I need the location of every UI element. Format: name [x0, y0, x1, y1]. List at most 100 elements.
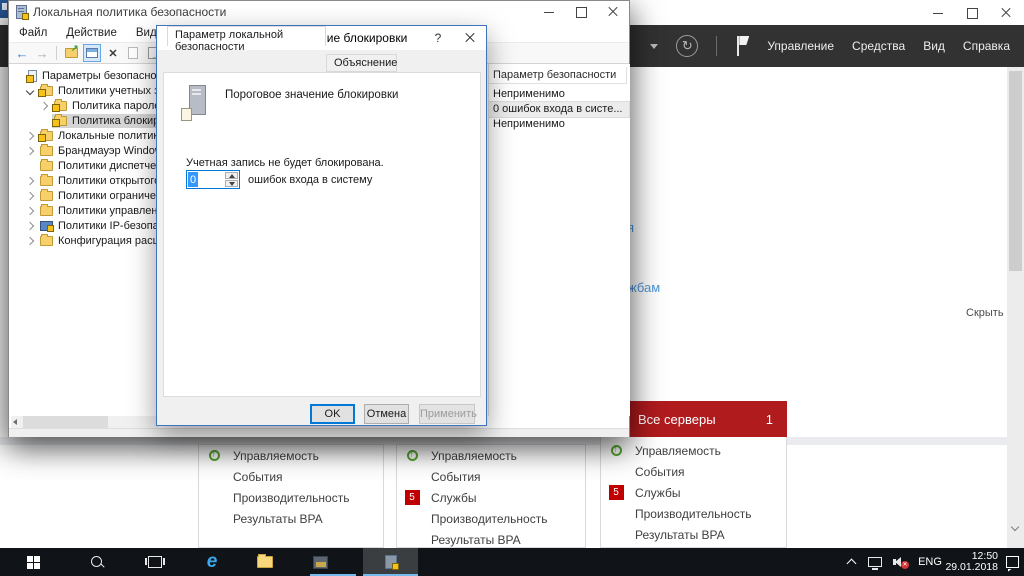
clock[interactable]: 12:50 29.01.2018 — [946, 548, 998, 576]
maximize-icon[interactable] — [565, 1, 597, 23]
maximize-icon[interactable] — [956, 0, 990, 25]
network-status[interactable] — [863, 548, 887, 576]
search-button[interactable] — [77, 548, 117, 576]
export-folder-icon[interactable] — [63, 45, 79, 61]
notifications-flag-icon[interactable] — [735, 35, 749, 57]
back-icon[interactable] — [14, 45, 30, 61]
folder-icon — [40, 191, 53, 201]
menu-manage[interactable]: Управление — [767, 39, 834, 53]
console-tree-toggle-icon[interactable] — [83, 44, 101, 62]
horizontal-scrollbar[interactable] — [11, 416, 159, 428]
dashboard-link-fragment-2[interactable]: жбам — [628, 280, 660, 295]
tile-row-performance[interactable]: Производительность — [199, 487, 383, 508]
error-count-badge: 5 — [608, 485, 624, 500]
security-policy-icon — [385, 555, 397, 569]
list-row[interactable]: Неприменимо — [489, 117, 629, 132]
scrollbar-thumb[interactable] — [23, 416, 108, 428]
file-explorer-button[interactable] — [245, 548, 285, 576]
search-icon — [91, 556, 104, 569]
policy-list-pane: Параметр безопасности Неприменимо 0 ошиб… — [488, 64, 630, 416]
chevron-right-icon[interactable] — [26, 146, 34, 154]
tile-row-events[interactable]: События — [601, 461, 786, 482]
folder-icon — [40, 146, 53, 156]
chevron-down-icon[interactable] — [650, 44, 658, 49]
tab-local-security-setting[interactable]: Параметр локальной безопасности — [167, 26, 326, 46]
lsp-titlebar[interactable]: Локальная политика безопасности — [9, 1, 629, 23]
list-row-selected[interactable]: 0 ошибок входа в систе... — [489, 102, 629, 117]
minimize-icon[interactable] — [533, 1, 565, 23]
task-view-button[interactable] — [135, 548, 175, 576]
spinner-value[interactable]: 0 — [188, 172, 198, 187]
list-row[interactable]: Неприменимо — [489, 87, 629, 102]
server-manager-window-controls — [922, 0, 1024, 25]
attempts-spinner[interactable]: 0 — [186, 170, 240, 189]
tile-row-manageability[interactable]: Управляемость — [199, 445, 383, 466]
chevron-right-icon[interactable] — [26, 221, 34, 229]
action-center-icon — [1006, 556, 1019, 568]
chevron-right-icon[interactable] — [26, 191, 34, 199]
spinner-up-icon[interactable] — [225, 172, 238, 179]
tile-row-performance[interactable]: Производительность — [397, 508, 585, 529]
start-button[interactable] — [13, 548, 53, 576]
window-title: Локальная политика безопасности — [33, 5, 226, 19]
tile-row-bpa[interactable]: Результаты BPA — [601, 524, 786, 545]
properties-icon[interactable] — [125, 45, 141, 61]
tile-row-events[interactable]: События — [199, 466, 383, 487]
language-indicator[interactable]: ENG — [914, 548, 946, 576]
role-tile-local-server: Управляемость События Производительность… — [198, 444, 384, 548]
chevron-right-icon[interactable] — [26, 206, 34, 214]
tile-row-events[interactable]: События — [397, 466, 585, 487]
menu-view[interactable]: Вид — [136, 27, 157, 39]
chevron-right-icon[interactable] — [26, 176, 34, 184]
server-manager-button[interactable] — [300, 548, 340, 576]
tree-item-security-settings[interactable]: Параметры безопасности — [10, 68, 176, 83]
chevron-right-icon[interactable] — [26, 236, 34, 244]
spinner-down-icon[interactable] — [225, 180, 238, 187]
ok-button[interactable]: OK — [310, 404, 355, 424]
menu-tools[interactable]: Средства — [852, 39, 905, 53]
tile-row-bpa[interactable]: Результаты BPA — [199, 508, 383, 529]
tab-page: Пороговое значение блокировки Учетная за… — [163, 72, 481, 397]
hide-link[interactable]: Скрыть — [966, 307, 1004, 319]
tile-row-services[interactable]: 5 Службы — [397, 487, 585, 508]
tile-row-manageability[interactable]: Управляемость — [601, 440, 786, 461]
scrollbar-down-arrow-icon[interactable] — [1011, 523, 1019, 531]
chevron-right-icon[interactable] — [40, 101, 48, 109]
tray-expand-button[interactable] — [840, 548, 862, 576]
internet-explorer-button[interactable] — [192, 548, 232, 576]
menu-file[interactable]: Файл — [19, 27, 47, 39]
taskbar: ENG 12:50 29.01.2018 — [0, 548, 1024, 576]
close-icon[interactable] — [597, 1, 629, 23]
chevron-right-icon[interactable] — [26, 131, 34, 139]
internet-explorer-icon — [207, 552, 218, 572]
error-count-badge: 5 — [404, 490, 420, 505]
volume-status[interactable] — [888, 548, 912, 576]
scrollbar-thumb[interactable] — [1009, 71, 1022, 271]
vertical-scrollbar[interactable] — [1007, 67, 1024, 548]
action-center-button[interactable] — [1000, 548, 1024, 576]
status-ok-icon — [206, 450, 222, 461]
menu-help[interactable]: Справка — [963, 39, 1010, 53]
delete-icon[interactable] — [105, 45, 121, 61]
tab-explain[interactable]: Объяснение — [326, 54, 397, 72]
close-icon[interactable] — [454, 26, 486, 50]
tile-row-performance[interactable]: Производительность — [601, 503, 786, 524]
role-tile-all-servers: Управляемость События 5 Службы Производи… — [600, 437, 787, 548]
help-icon[interactable] — [422, 26, 454, 50]
refresh-icon[interactable] — [676, 35, 698, 57]
menu-view[interactable]: Вид — [923, 39, 945, 53]
forward-icon[interactable] — [34, 45, 50, 61]
scrollbar-left-arrow-icon[interactable] — [13, 419, 17, 425]
column-header-security-setting[interactable]: Параметр безопасности — [489, 67, 627, 84]
local-security-policy-button-active[interactable] — [363, 548, 418, 576]
cancel-button[interactable]: Отмена — [364, 404, 409, 424]
tree-item-password-policy[interactable]: Политика паролей — [10, 98, 170, 113]
tile-row-manageability[interactable]: Управляемость — [397, 445, 585, 466]
chevron-down-icon[interactable] — [26, 86, 34, 94]
tile-row-bpa[interactable]: Результаты BPA — [397, 529, 585, 550]
menu-action[interactable]: Действие — [66, 27, 117, 39]
tile-row-services[interactable]: 5 Службы — [601, 482, 786, 503]
tree-item-local-policies[interactable]: Локальные политики — [10, 128, 167, 143]
minimize-icon[interactable] — [922, 0, 956, 25]
close-icon[interactable] — [990, 0, 1024, 25]
